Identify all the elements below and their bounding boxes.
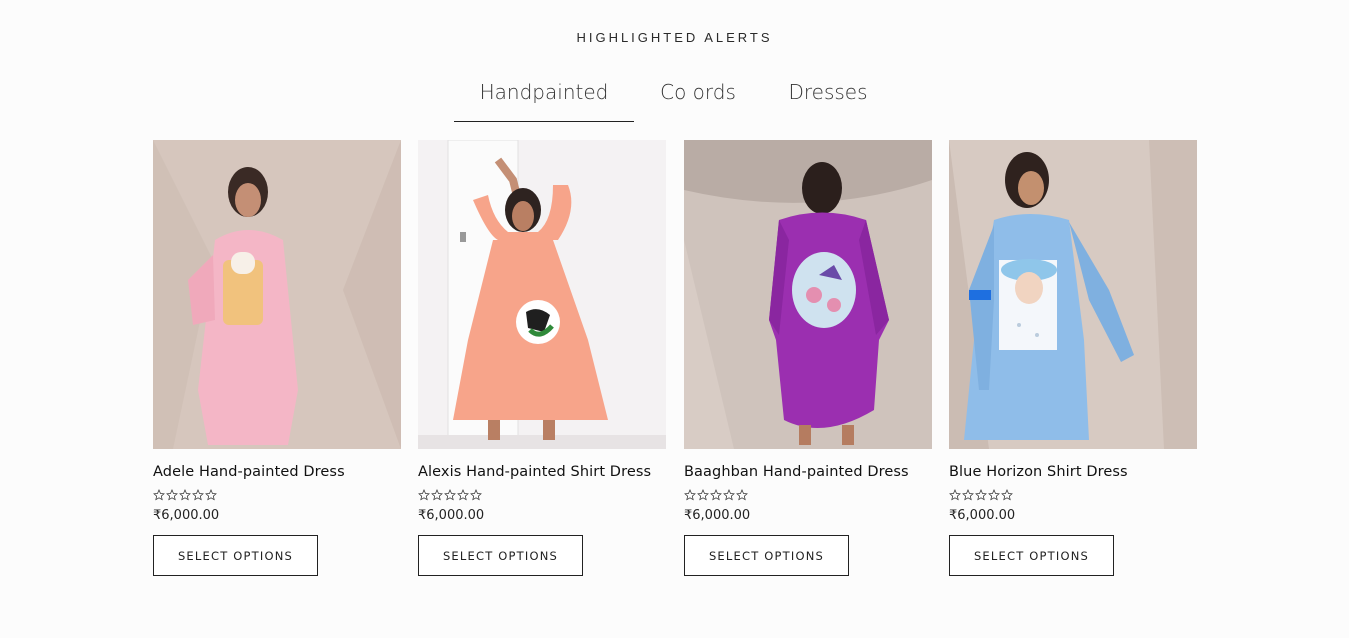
product-card: Adele Hand-painted Dress ₹6,000.00 SELEC… [153, 140, 401, 576]
product-card: Alexis Hand-painted Shirt Dress ₹6,000.0… [418, 140, 666, 576]
star-icon [697, 489, 709, 501]
product-card: Baaghban Hand-painted Dress ₹6,000.00 SE… [684, 140, 932, 576]
star-icon [153, 489, 165, 501]
star-icon [736, 489, 748, 501]
tab-dresses[interactable]: Dresses [762, 72, 894, 122]
product-price: ₹6,000.00 [684, 508, 751, 523]
product-price: ₹6,000.00 [153, 508, 220, 523]
star-icon [179, 489, 191, 501]
select-options-button[interactable]: SELECT OPTIONS [684, 535, 849, 576]
rating-stars [949, 489, 1197, 502]
star-icon [470, 489, 482, 501]
product-price: ₹6,000.00 [418, 508, 485, 523]
product-image[interactable] [153, 140, 401, 449]
product-price: ₹6,000.00 [949, 508, 1016, 523]
select-options-button[interactable]: SELECT OPTIONS [418, 535, 583, 576]
star-icon [444, 489, 456, 501]
product-name[interactable]: Adele Hand-painted Dress [153, 464, 401, 480]
star-icon [205, 489, 217, 501]
star-icon [431, 489, 443, 501]
category-tabs: Handpainted Co ords Dresses [454, 72, 894, 122]
product-grid: Adele Hand-painted Dress ₹6,000.00 SELEC… [153, 140, 1197, 590]
product-card: Blue Horizon Shirt Dress ₹6,000.00 SELEC… [949, 140, 1197, 576]
star-icon [949, 489, 961, 501]
tab-handpainted[interactable]: Handpainted [454, 72, 634, 122]
product-name[interactable]: Alexis Hand-painted Shirt Dress [418, 464, 666, 480]
select-options-button[interactable]: SELECT OPTIONS [949, 535, 1114, 576]
rating-stars [418, 489, 666, 502]
tab-co-ords[interactable]: Co ords [634, 72, 762, 122]
star-icon [166, 489, 178, 501]
product-image[interactable] [418, 140, 666, 449]
section-title: HIGHLIGHTED ALERTS [576, 30, 773, 45]
star-icon [684, 489, 696, 501]
star-icon [710, 489, 722, 501]
product-name[interactable]: Baaghban Hand-painted Dress [684, 464, 932, 480]
star-icon [962, 489, 974, 501]
star-icon [988, 489, 1000, 501]
star-icon [723, 489, 735, 501]
star-icon [1001, 489, 1013, 501]
star-icon [457, 489, 469, 501]
product-image[interactable] [949, 140, 1197, 449]
product-name[interactable]: Blue Horizon Shirt Dress [949, 464, 1197, 480]
rating-stars [684, 489, 932, 502]
star-icon [975, 489, 987, 501]
star-icon [418, 489, 430, 501]
star-icon [192, 489, 204, 501]
product-image[interactable] [684, 140, 932, 449]
select-options-button[interactable]: SELECT OPTIONS [153, 535, 318, 576]
rating-stars [153, 489, 401, 502]
